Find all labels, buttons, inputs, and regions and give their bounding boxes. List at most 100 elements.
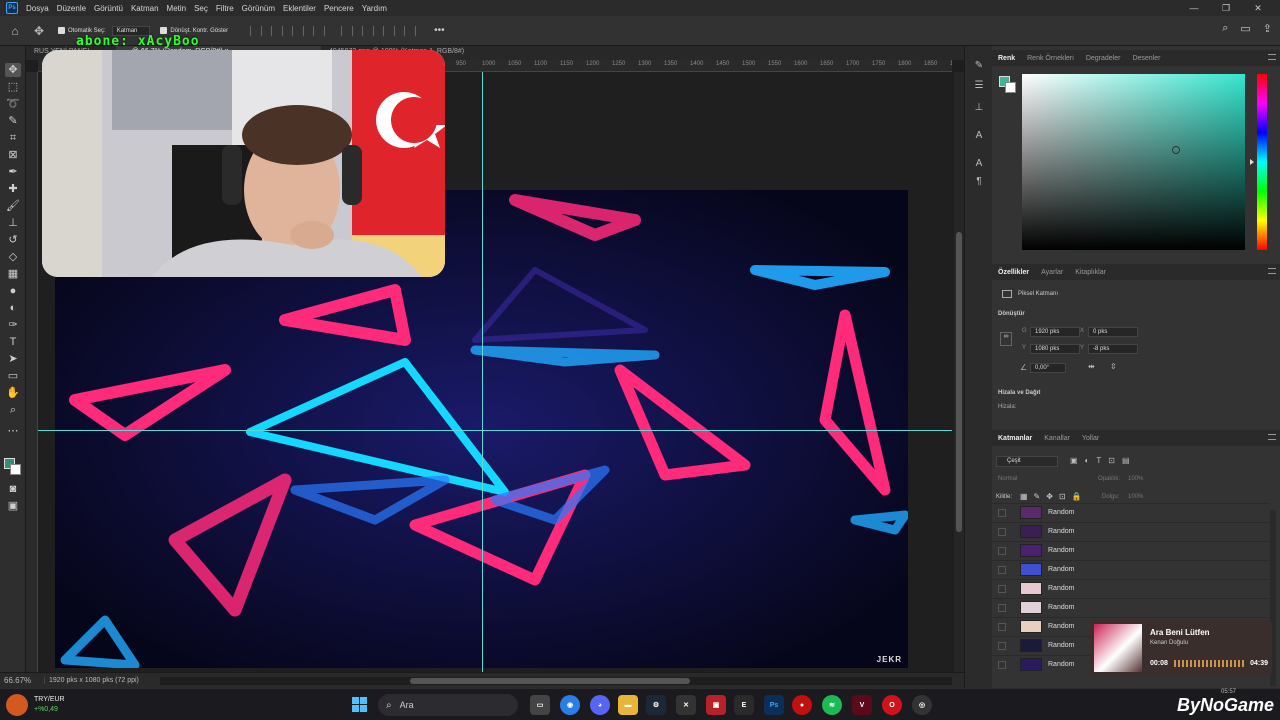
tab-gradients[interactable]: Degradeler xyxy=(1086,55,1121,62)
visibility-toggle[interactable] xyxy=(998,508,1006,517)
x-position-field[interactable]: 0 pks xyxy=(1088,327,1138,337)
show-transform-checkbox[interactable]: Dönüşt. Kontr. Göster xyxy=(160,27,228,34)
align-left-icon[interactable] xyxy=(250,25,263,36)
menu-select[interactable]: Seç xyxy=(194,4,208,13)
distribute-icon[interactable] xyxy=(362,25,375,36)
history-brush-icon[interactable]: ↺ xyxy=(5,233,21,247)
visibility-toggle[interactable] xyxy=(998,565,1006,574)
tab-paths[interactable]: Yollar xyxy=(1082,435,1099,442)
distribute-icon[interactable] xyxy=(383,25,396,36)
brush-tool-icon[interactable]: 🖌 xyxy=(5,199,21,213)
blur-tool-icon[interactable]: ● xyxy=(5,284,21,298)
visibility-toggle[interactable] xyxy=(998,641,1006,650)
panel-menu-icon[interactable] xyxy=(1268,54,1276,60)
zoom-tool-icon[interactable]: ⌕ xyxy=(5,403,21,417)
link-icon[interactable]: ∞ xyxy=(1000,332,1012,346)
xbox-icon[interactable]: ✕ xyxy=(676,695,696,715)
chrome-icon[interactable]: ◉ xyxy=(560,695,580,715)
visibility-toggle[interactable] xyxy=(998,546,1006,555)
file-explorer-icon[interactable]: ▬ xyxy=(618,695,638,715)
menu-plugins[interactable]: Eklentiler xyxy=(283,4,316,13)
panel-menu-icon[interactable] xyxy=(1268,434,1276,440)
eraser-tool-icon[interactable]: ◇ xyxy=(5,250,21,264)
steam-icon[interactable]: ⚙ xyxy=(646,695,666,715)
width-field[interactable]: 1920 pks xyxy=(1030,327,1080,337)
y-position-field[interactable]: -8 pks xyxy=(1088,344,1138,354)
visibility-toggle[interactable] xyxy=(998,603,1006,612)
tab-properties[interactable]: Özellikler xyxy=(998,269,1029,276)
spotify-icon[interactable]: ≋ xyxy=(822,695,842,715)
healing-brush-icon[interactable]: ✚ xyxy=(5,182,21,196)
move-tool-icon[interactable]: ✥ xyxy=(5,63,21,77)
color-field[interactable] xyxy=(1022,74,1245,250)
horizontal-guide[interactable] xyxy=(38,430,952,431)
hue-slider-marker[interactable] xyxy=(1250,159,1254,165)
windows-start-button[interactable] xyxy=(352,697,368,713)
scrollbar-thumb[interactable] xyxy=(410,678,690,684)
layer-filter-icons[interactable]: ▣◐T⊡▤ xyxy=(1070,456,1160,467)
canvas-horizontal-scrollbar[interactable] xyxy=(160,677,952,685)
distribute-icon[interactable] xyxy=(341,25,354,36)
layer-row[interactable]: Random xyxy=(992,598,1270,616)
move-tool-icon[interactable]: ✥ xyxy=(30,22,48,40)
height-field[interactable]: 1080 pks xyxy=(1030,344,1080,354)
brush-settings-icon[interactable]: ✎ xyxy=(972,60,986,74)
screen-mode-icon[interactable]: ▣ xyxy=(5,499,21,513)
tab-patterns[interactable]: Desenler xyxy=(1132,55,1160,62)
canvas-vertical-scrollbar[interactable] xyxy=(954,72,964,672)
tab-channels[interactable]: Kanallar xyxy=(1044,435,1070,442)
crop-tool-icon[interactable]: ⌗ xyxy=(5,131,21,145)
flip-horizontal-icon[interactable]: ⇹ xyxy=(1088,362,1095,371)
app-icon[interactable]: ● xyxy=(792,695,812,715)
flip-vertical-icon[interactable]: ⇳ xyxy=(1110,362,1117,371)
valorant-icon[interactable]: V xyxy=(852,695,872,715)
paragraph-icon[interactable]: ¶ xyxy=(972,176,986,190)
opera-icon[interactable]: O xyxy=(882,695,902,715)
more-tools-icon[interactable]: ⋯ xyxy=(5,424,21,438)
song-progress-waveform[interactable] xyxy=(1174,660,1246,667)
layer-row[interactable]: Random xyxy=(992,579,1270,597)
transform-section-title[interactable]: Dönüştür xyxy=(998,311,1025,317)
path-select-icon[interactable]: ➤ xyxy=(5,352,21,366)
menu-image[interactable]: Görüntü xyxy=(94,4,123,13)
glyphs-icon[interactable]: A xyxy=(972,158,986,172)
scrollbar-thumb[interactable] xyxy=(956,232,962,532)
angle-field[interactable]: 0,00° xyxy=(1030,363,1066,373)
layer-row[interactable]: Random xyxy=(992,541,1270,559)
dodge-tool-icon[interactable]: ◐ xyxy=(5,301,21,315)
tab-layers[interactable]: Katmanlar xyxy=(998,435,1032,442)
panel-menu-icon[interactable] xyxy=(1268,268,1276,274)
github-icon[interactable]: ◎ xyxy=(912,695,932,715)
stamp-tool-icon[interactable]: ⊥ xyxy=(5,216,21,230)
menu-file[interactable]: Dosya xyxy=(26,4,49,13)
epic-games-icon[interactable]: E xyxy=(734,695,754,715)
visibility-toggle[interactable] xyxy=(998,584,1006,593)
tab-adjustments[interactable]: Ayarlar xyxy=(1041,269,1063,276)
align-section-title[interactable]: Hizala ve Dağıt xyxy=(998,390,1040,396)
zoom-level[interactable]: 66.67% xyxy=(0,676,44,685)
layer-row[interactable]: Random xyxy=(992,503,1270,521)
visibility-toggle[interactable] xyxy=(998,527,1006,536)
task-view-icon[interactable]: ▭ xyxy=(530,695,550,715)
gradient-tool-icon[interactable]: ▦ xyxy=(5,267,21,281)
hand-tool-icon[interactable]: ✋ xyxy=(5,386,21,400)
lock-icons[interactable]: ▦✎✥⊡🔒 xyxy=(1020,492,1088,501)
adjustments-icon[interactable]: ☰ xyxy=(972,80,986,94)
menu-type[interactable]: Metin xyxy=(167,4,187,13)
layer-row[interactable]: Random xyxy=(992,560,1270,578)
menu-view[interactable]: Görünüm xyxy=(242,4,275,13)
layer-filter-dropdown[interactable]: Çeşit xyxy=(996,456,1058,467)
frame-tool-icon[interactable]: ⊠ xyxy=(5,148,21,162)
lasso-tool-icon[interactable]: ➰ xyxy=(5,97,21,111)
now-playing-widget[interactable]: Ara Beni Lütfen Kenan Doğulu 00:08 04:39 xyxy=(1090,620,1272,676)
home-icon[interactable]: ⌂ xyxy=(6,22,24,40)
visibility-toggle[interactable] xyxy=(998,622,1006,631)
menu-layer[interactable]: Katman xyxy=(131,4,159,13)
photoshop-taskbar-icon[interactable]: Ps xyxy=(764,695,784,715)
eyedropper-tool-icon[interactable]: ✒ xyxy=(5,165,21,179)
align-top-icon[interactable] xyxy=(313,25,326,36)
app-icon[interactable]: ▣ xyxy=(706,695,726,715)
discord-icon[interactable]: ◕ xyxy=(590,695,610,715)
background-color-swatch[interactable] xyxy=(10,464,21,475)
color-picker-cursor[interactable] xyxy=(1172,146,1180,154)
